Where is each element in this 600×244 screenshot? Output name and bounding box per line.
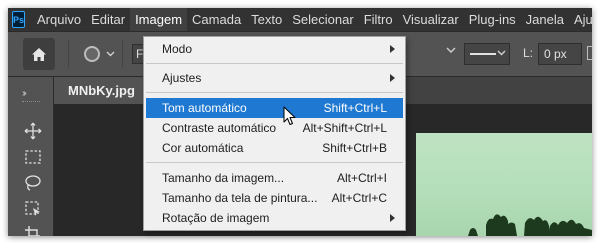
menu-item-tom-automatico[interactable]: Tom automático Shift+Ctrl+L — [146, 98, 403, 118]
menu-item-tamanho-tela[interactable]: Tamanho da tela de pintura... Alt+Ctrl+C — [146, 188, 403, 208]
submenu-arrow-icon — [390, 45, 395, 53]
menu-filtro[interactable]: Filtro — [359, 8, 398, 31]
menu-imagem[interactable]: Imagem — [130, 8, 188, 31]
shortcut-label: Alt+Ctrl+I — [336, 171, 387, 185]
shortcut-label: Alt+Ctrl+C — [331, 191, 387, 205]
object-select-icon — [25, 201, 40, 216]
crop-tool[interactable] — [23, 223, 43, 236]
home-button[interactable] — [23, 38, 55, 70]
submenu-arrow-icon — [390, 74, 395, 82]
menu-item-cor-automatica[interactable]: Cor automática Shift+Ctrl+B — [146, 138, 403, 158]
menu-item-tamanho-imagem[interactable]: Tamanho da imagem... Alt+Ctrl+I — [146, 168, 403, 188]
shortcut-label: Shift+Ctrl+L — [323, 101, 387, 115]
pointer-cursor-icon — [283, 106, 296, 125]
move-tool-icon — [24, 122, 42, 140]
options-separator — [68, 40, 69, 68]
stroke-width-input[interactable]: 0 px — [538, 43, 582, 65]
lasso-tool-icon — [25, 175, 41, 191]
panel-grip[interactable] — [22, 101, 40, 104]
tool-preset-picker[interactable] — [84, 46, 115, 62]
menu-item-rotacao-imagem[interactable]: Rotação de imagem — [146, 208, 403, 228]
options-separator — [122, 40, 123, 68]
image-dropdown-menu: Modo Ajustes Tom automático Shift+Ctrl+L… — [143, 36, 406, 231]
collapse-panel-icon[interactable]: ›› — [22, 88, 26, 99]
menu-texto[interactable]: Texto — [246, 8, 287, 31]
marquee-tool-icon — [25, 150, 41, 164]
menu-ajuda[interactable]: Ajuda — [569, 8, 592, 31]
object-selection-tool[interactable] — [23, 199, 43, 219]
stroke-width-label: L: — [523, 46, 534, 60]
menu-item-modo[interactable]: Modo — [146, 39, 403, 59]
menu-separator — [146, 63, 403, 64]
menu-visualizar[interactable]: Visualizar — [398, 8, 464, 31]
move-tool[interactable] — [23, 121, 43, 141]
menu-item-contraste-automatico[interactable]: Contraste automático Alt+Shift+Ctrl+L — [146, 118, 403, 138]
chevron-down-icon[interactable] — [446, 46, 456, 54]
menu-bar: Ps Arquivo Editar Imagem Camada Texto Se… — [8, 8, 592, 31]
chevron-down-icon — [497, 50, 506, 56]
menu-arquivo[interactable]: Arquivo — [32, 8, 86, 31]
home-icon — [32, 47, 46, 61]
ps-logo-icon: Ps — [12, 11, 26, 28]
menu-selecionar[interactable]: Selecionar — [287, 8, 358, 31]
marquee-tool[interactable] — [23, 147, 43, 167]
options-checkbox[interactable] — [587, 46, 592, 60]
chevron-down-icon — [106, 51, 115, 57]
menu-item-ajustes[interactable]: Ajustes — [146, 68, 403, 88]
menu-janela[interactable]: Janela — [521, 8, 569, 31]
tools-panel: ›› — [8, 77, 54, 236]
document-image[interactable] — [416, 133, 592, 236]
crop-tool-icon — [25, 226, 40, 236]
menu-plugins[interactable]: Plug-ins — [464, 8, 521, 31]
shortcut-label: Shift+Ctrl+B — [322, 141, 387, 155]
menu-separator — [146, 162, 403, 163]
submenu-arrow-icon — [390, 214, 395, 222]
menu-camada[interactable]: Camada — [187, 8, 246, 31]
menu-editar[interactable]: Editar — [86, 8, 130, 31]
ellipse-tool-icon — [84, 46, 100, 62]
tree-silhouettes — [468, 214, 592, 236]
lasso-tool[interactable] — [23, 173, 43, 193]
stroke-line-preview — [470, 53, 496, 55]
menu-separator — [146, 92, 403, 93]
shortcut-label: Alt+Shift+Ctrl+L — [302, 121, 387, 135]
stroke-type-select[interactable] — [464, 43, 510, 65]
